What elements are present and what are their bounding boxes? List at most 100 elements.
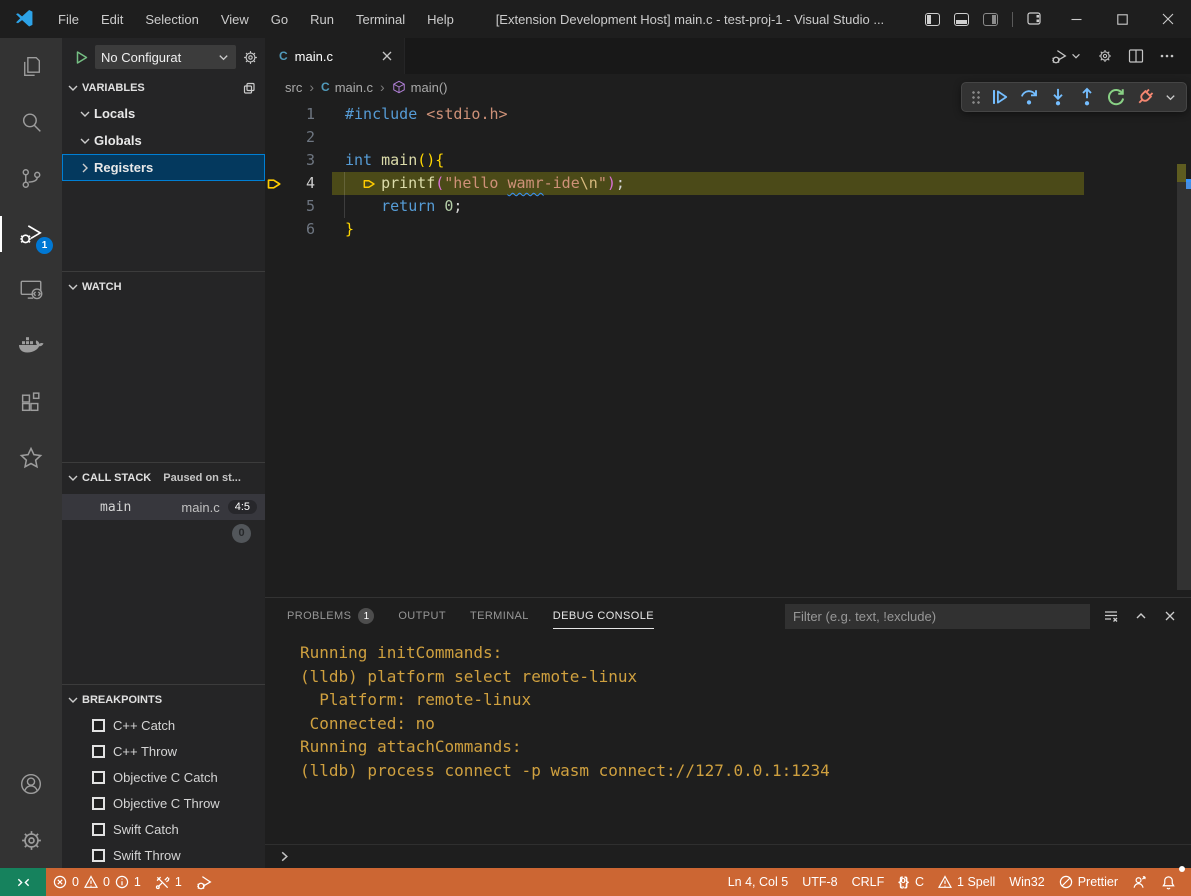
step-into-button[interactable] xyxy=(1048,87,1068,107)
code-line[interactable]: 4 printf("hello wamr-ide\n"); xyxy=(265,172,1191,195)
problems-status[interactable]: 0 0 1 xyxy=(46,868,148,896)
breakpoint-item[interactable]: C++ Catch xyxy=(62,712,265,738)
breakpoint-checkbox[interactable] xyxy=(92,797,105,810)
language-mode[interactable]: {̹ͦ} C xyxy=(891,868,931,896)
cursor-position[interactable]: Ln 4, Col 5 xyxy=(721,868,795,896)
toggle-panel-icon[interactable] xyxy=(954,13,969,26)
breadcrumb-symbol[interactable]: main() xyxy=(392,80,448,95)
gutter-margin[interactable] xyxy=(265,126,283,149)
breadcrumb-file[interactable]: C main.c xyxy=(321,80,373,95)
activity-settings[interactable] xyxy=(0,812,62,868)
gutter-margin[interactable] xyxy=(265,218,283,241)
run-or-debug-button[interactable] xyxy=(1051,48,1082,65)
code-line[interactable]: 6} xyxy=(265,218,1191,241)
activity-source-control[interactable] xyxy=(0,150,62,206)
editor-settings-gear-icon[interactable] xyxy=(1097,48,1113,64)
split-editor-icon[interactable] xyxy=(1128,48,1144,64)
menu-help[interactable]: Help xyxy=(416,6,465,32)
continue-button[interactable] xyxy=(990,87,1010,107)
toggle-secondary-sidebar-icon[interactable] xyxy=(983,13,998,26)
menu-terminal[interactable]: Terminal xyxy=(345,6,416,32)
menu-view[interactable]: View xyxy=(210,6,260,32)
breakpoint-item[interactable]: Objective C Catch xyxy=(62,764,265,790)
close-window-button[interactable] xyxy=(1145,0,1191,38)
drag-grip-icon[interactable] xyxy=(971,90,981,105)
activity-search[interactable] xyxy=(0,94,62,150)
activity-accounts[interactable] xyxy=(0,756,62,812)
code-line[interactable]: 3int main(){ xyxy=(265,149,1191,172)
breakpoint-checkbox[interactable] xyxy=(92,719,105,732)
gutter-margin[interactable] xyxy=(265,195,283,218)
open-launch-config-gear-icon[interactable] xyxy=(242,49,259,66)
formatter-status[interactable]: Prettier xyxy=(1052,868,1125,896)
chevron-down-icon[interactable] xyxy=(66,81,80,95)
activity-run-and-debug[interactable]: 1 xyxy=(0,206,62,262)
tab-output[interactable]: OUTPUT xyxy=(398,598,446,634)
activity-star[interactable] xyxy=(0,430,62,486)
spell-checker-status[interactable]: 1 Spell xyxy=(931,868,1002,896)
debug-config-dropdown[interactable]: No Configurat xyxy=(95,45,236,69)
variables-scope-registers[interactable]: Registers xyxy=(62,154,265,181)
breakpoint-item[interactable]: Swift Catch xyxy=(62,816,265,842)
menu-go[interactable]: Go xyxy=(260,6,299,32)
close-tab-icon[interactable] xyxy=(380,49,394,63)
customize-layout-icon[interactable] xyxy=(1027,12,1043,26)
variables-scope-locals[interactable]: Locals xyxy=(62,100,265,127)
minimize-button[interactable] xyxy=(1053,0,1099,38)
gutter-margin[interactable] xyxy=(265,103,283,126)
gutter-current-stackframe[interactable] xyxy=(265,172,283,195)
menu-run[interactable]: Run xyxy=(299,6,345,32)
variables-scope-globals[interactable]: Globals xyxy=(62,127,265,154)
tab-terminal[interactable]: TERMINAL xyxy=(470,598,529,634)
inline-breakpoint-icon[interactable] xyxy=(363,177,381,191)
maximize-panel-icon[interactable] xyxy=(1134,609,1148,623)
menu-selection[interactable]: Selection xyxy=(134,6,209,32)
code-line[interactable]: 2 xyxy=(265,126,1191,149)
menu-file[interactable]: File xyxy=(47,6,90,32)
breakpoint-checkbox[interactable] xyxy=(92,771,105,784)
console-filter-input[interactable] xyxy=(785,604,1090,629)
debug-status[interactable] xyxy=(189,868,220,896)
breakpoint-item[interactable]: Swift Throw xyxy=(62,842,265,868)
feedback-button[interactable] xyxy=(1125,868,1154,896)
tab-main-c[interactable]: C main.c xyxy=(265,38,405,74)
activity-docker[interactable] xyxy=(0,318,62,374)
chevron-down-icon[interactable] xyxy=(66,280,80,294)
maximize-button[interactable] xyxy=(1099,0,1145,38)
more-actions-icon[interactable] xyxy=(1159,48,1175,64)
restart-button[interactable] xyxy=(1106,87,1126,107)
disconnect-button[interactable] xyxy=(1135,87,1155,107)
debug-console-input[interactable] xyxy=(265,844,1191,868)
activity-extensions[interactable] xyxy=(0,374,62,430)
encoding-indicator[interactable]: UTF-8 xyxy=(795,868,844,896)
activity-explorer[interactable] xyxy=(0,38,62,94)
eol-indicator[interactable]: CRLF xyxy=(845,868,892,896)
debug-console-output[interactable]: Running initCommands:(lldb) platform sel… xyxy=(265,634,1191,844)
breakpoint-checkbox[interactable] xyxy=(92,823,105,836)
chevron-down-icon[interactable] xyxy=(1164,91,1177,104)
notifications-bell[interactable] xyxy=(1154,868,1183,896)
activity-remote-explorer[interactable] xyxy=(0,262,62,318)
breakpoint-item[interactable]: Objective C Throw xyxy=(62,790,265,816)
menu-edit[interactable]: Edit xyxy=(90,6,134,32)
tools-status[interactable]: 1 xyxy=(148,868,189,896)
editor-scrollbar[interactable] xyxy=(1177,182,1191,590)
close-panel-icon[interactable] xyxy=(1163,609,1177,623)
step-over-button[interactable] xyxy=(1019,87,1039,107)
start-debug-icon[interactable] xyxy=(74,50,89,65)
breakpoint-item[interactable]: C++ Throw xyxy=(62,738,265,764)
chevron-down-icon[interactable] xyxy=(66,471,80,485)
platform-indicator[interactable]: Win32 xyxy=(1002,868,1051,896)
remote-indicator[interactable] xyxy=(0,868,46,896)
code-line[interactable]: 5 return 0; xyxy=(265,195,1191,218)
copy-value-icon[interactable] xyxy=(242,81,257,96)
gutter-margin[interactable] xyxy=(265,149,283,172)
toggle-sidebar-icon[interactable] xyxy=(925,13,940,26)
stack-frame-row[interactable]: main main.c 4:5 xyxy=(62,494,265,520)
clear-console-icon[interactable] xyxy=(1103,608,1119,624)
breadcrumb-src[interactable]: src xyxy=(285,80,302,95)
code-editor[interactable]: 1#include <stdio.h>23int main(){4 printf… xyxy=(265,100,1191,597)
tab-debug-console[interactable]: DEBUG CONSOLE xyxy=(553,598,654,634)
breakpoint-checkbox[interactable] xyxy=(92,745,105,758)
chevron-down-icon[interactable] xyxy=(66,693,80,707)
